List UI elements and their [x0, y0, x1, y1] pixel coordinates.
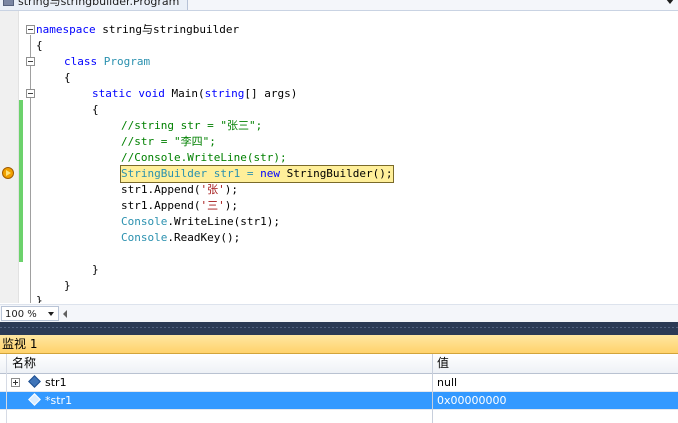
expand-plus-icon[interactable] [11, 378, 20, 387]
members-dropdown-icon[interactable] [666, 0, 674, 4]
watch-row-name[interactable]: str1 [45, 374, 67, 391]
code-line-11: str1.Append('张'); [121, 183, 238, 196]
class-icon [3, 0, 14, 6]
editor-status-bar: 100 % [0, 304, 678, 322]
document-tab[interactable]: string与stringbuilder.Program [0, 0, 189, 10]
zoom-select[interactable]: 100 % [1, 306, 59, 321]
code-line-4: { [64, 71, 71, 84]
current-statement-line: StringBuilder str1 = new StringBuilder()… [120, 165, 394, 183]
code-line-9: //Console.WriteLine(str); [121, 151, 287, 164]
code-line-8: //str = "李四"; [121, 135, 216, 148]
collapse-method-icon[interactable] [26, 89, 35, 98]
code-line-1: namespace string与stringbuilder [36, 23, 240, 36]
document-tab-label: string与stringbuilder.Program [18, 0, 180, 8]
document-tab-bar: string与stringbuilder.Program [0, 0, 678, 11]
panel-splitter[interactable] [0, 322, 678, 335]
current-statement-arrow-icon [2, 167, 14, 179]
zoom-value: 100 % [5, 309, 37, 320]
code-line-13: Console.WriteLine(str1); [121, 215, 280, 228]
code-line-17: } [36, 294, 43, 303]
collapse-class-icon[interactable] [26, 57, 35, 66]
change-tracking-bar [19, 100, 23, 262]
watch-row-selected[interactable]: *str1 0x00000000 [0, 392, 678, 410]
watch-row-value[interactable]: 0x00000000 [437, 392, 507, 409]
variable-icon [28, 375, 41, 388]
column-header-name[interactable]: 名称 [12, 354, 36, 373]
column-divider[interactable] [432, 354, 433, 423]
code-line-5: static void Main(string[] args) [92, 87, 298, 100]
watch-window-header: 监视 1 [0, 335, 678, 354]
watch-row-value[interactable]: null [437, 374, 457, 391]
column-header-value[interactable]: 值 [437, 354, 449, 373]
code-line-6: { [92, 103, 99, 116]
outline-line [30, 35, 31, 303]
code-line-15: } [92, 263, 99, 276]
grid-left-border [6, 354, 7, 423]
code-line-16: } [64, 279, 71, 292]
collapse-namespace-icon[interactable] [26, 25, 35, 34]
code-line-14: Console.ReadKey(); [121, 231, 241, 244]
chevron-down-icon [48, 312, 54, 316]
watch-row[interactable]: str1 null [0, 374, 678, 392]
watch-row-name[interactable]: *str1 [45, 392, 72, 409]
code-line-7: //string str = "张三"; [121, 119, 263, 132]
variable-icon [28, 393, 41, 406]
watch-window-title: 监视 1 [2, 337, 38, 351]
code-line-2: { [36, 39, 43, 52]
scroll-left-icon[interactable] [63, 310, 67, 318]
watch-grid-header: 名称 值 [0, 354, 678, 374]
indicator-margin[interactable] [0, 11, 19, 303]
code-editor[interactable]: namespace string与stringbuilder { class P… [0, 11, 678, 303]
code-line-3: class Program [64, 55, 151, 68]
code-line-12: str1.Append('三'); [121, 199, 238, 212]
